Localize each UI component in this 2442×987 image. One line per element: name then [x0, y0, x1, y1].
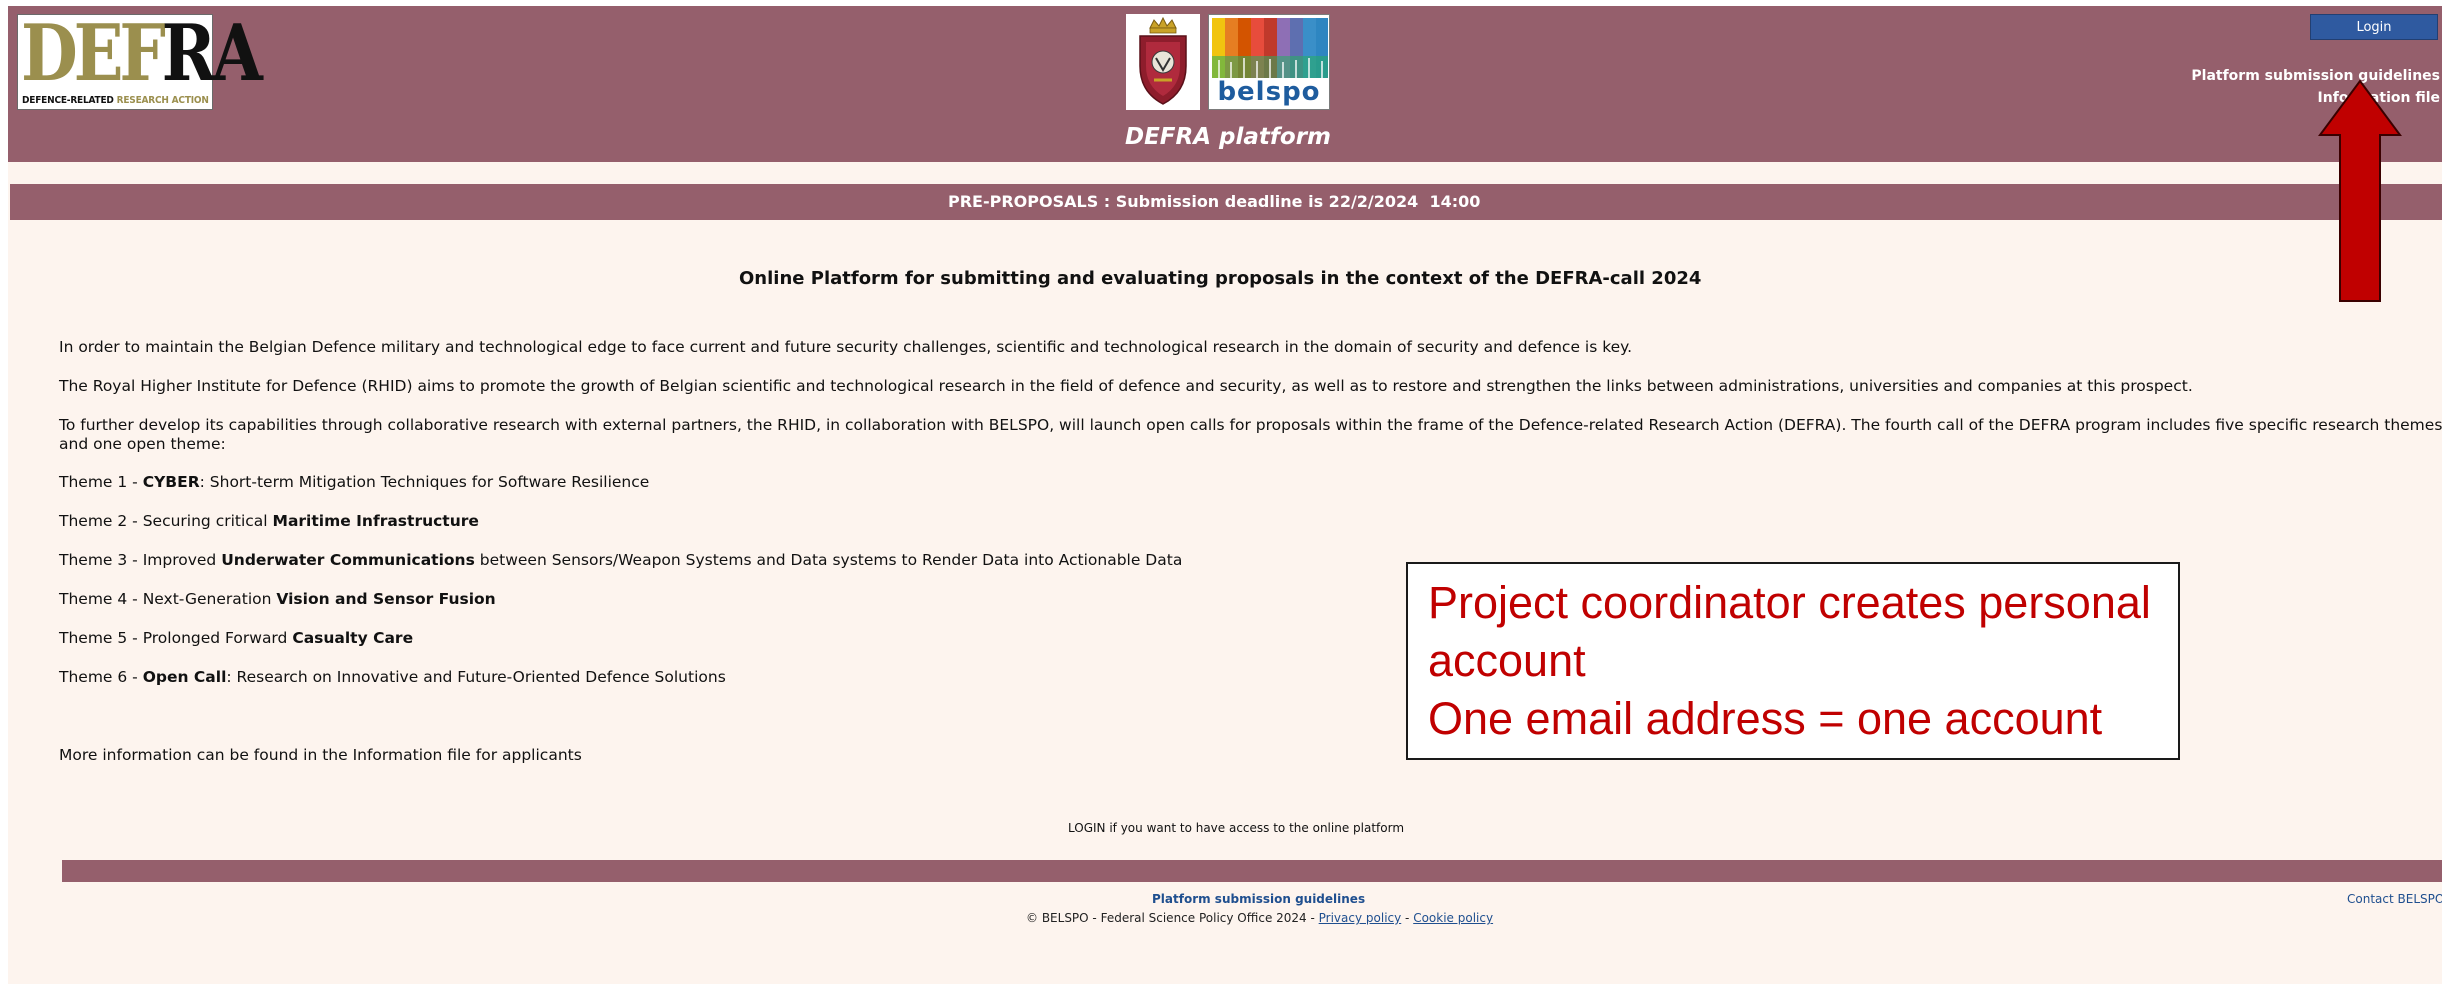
theme-item: Theme 4 - Next-Generation Vision and Sen… — [59, 590, 496, 608]
annotation-callout: Project coordinator creates personal acc… — [1406, 562, 2180, 760]
page-heading-text: Online Platform for submitting and evalu… — [739, 268, 1702, 289]
page-frame: DEFRA DEFENCE-RELATED RESEARCH ACTION be… — [8, 6, 2442, 984]
defra-logo-tagline: DEFENCE-RELATED RESEARCH ACTION — [22, 95, 209, 106]
annotation-line-1: Project coordinator creates personal acc… — [1428, 577, 2151, 686]
privacy-policy-link[interactable]: Privacy policy — [1319, 911, 1402, 925]
footer-guidelines-link[interactable]: Platform submission guidelines — [1152, 892, 1365, 906]
theme-item: Theme 1 - CYBER: Short-term Mitigation T… — [59, 473, 650, 491]
belspo-logo-label: belspo — [1217, 77, 1321, 107]
belspo-logo-icon: belspo — [1208, 14, 1330, 110]
guidelines-link[interactable]: Platform submission guidelines — [2191, 68, 2440, 84]
up-arrow-icon — [2318, 79, 2402, 302]
login-note-text: LOGIN if you want to have access to the … — [1068, 821, 1405, 835]
theme-item: Theme 5 - Prolonged Forward Casualty Car… — [59, 629, 414, 647]
rhid-crest-icon — [1126, 14, 1200, 110]
footer-contact-link[interactable]: Contact BELSPO — [2347, 892, 2442, 906]
defra-logo-wordmark: DEFRA — [21, 8, 263, 99]
theme-item: Theme 6 - Open Call: Research on Innovat… — [59, 668, 726, 686]
defra-logo[interactable]: DEFRA DEFENCE-RELATED RESEARCH ACTION — [17, 14, 263, 110]
footer-divider — [62, 860, 2442, 882]
annotation-text: Project coordinator creates personal acc… — [1428, 574, 2168, 748]
footer-copyright: © BELSPO - Federal Science Policy Office… — [1026, 911, 1494, 925]
intro-paragraph-1: In order to maintain the Belgian Defence… — [59, 338, 1633, 356]
platform-title: DEFRA platform — [1124, 124, 1331, 150]
theme-item: Theme 2 - Securing critical Maritime Inf… — [59, 512, 479, 530]
intro-paragraph-2: The Royal Higher Institute for Defence (… — [59, 377, 2193, 395]
deadline-text: PRE-PROPOSALS : Submission deadline is 2… — [948, 192, 1481, 211]
deadline-banner: PRE-PROPOSALS : Submission deadline is 2… — [10, 184, 2442, 220]
annotation-line-2: One email address = one account — [1428, 693, 2103, 744]
theme-item: Theme 3 - Improved Underwater Communicat… — [59, 551, 1183, 569]
more-info-text: More information can be found in the Inf… — [59, 746, 582, 764]
cookie-policy-link[interactable]: Cookie policy — [1413, 911, 1493, 925]
site-header: DEFRA DEFENCE-RELATED RESEARCH ACTION be… — [8, 6, 2442, 162]
login-button[interactable]: Login — [2310, 14, 2438, 40]
intro-paragraph-3: To further develop its capabilities thro… — [59, 416, 2442, 453]
